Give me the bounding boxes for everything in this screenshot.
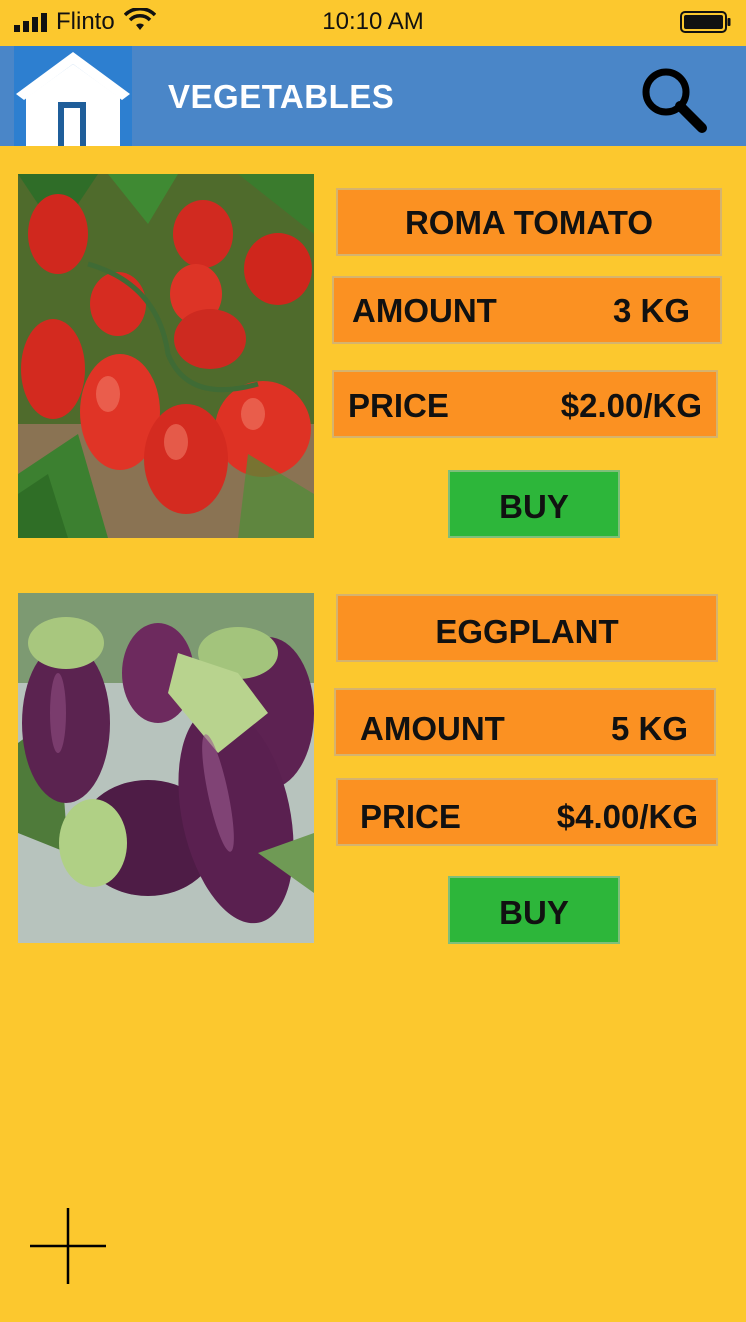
status-time: 10:10 AM <box>322 8 424 35</box>
eggplant-image <box>18 593 314 943</box>
price-pill: PRICE $2.00/KG <box>332 370 718 438</box>
amount-pill: AMOUNT 5 KG <box>334 688 716 756</box>
price-label: PRICE <box>360 798 461 835</box>
price-pill: PRICE $4.00/KG <box>336 778 718 846</box>
price-label: PRICE <box>348 387 449 424</box>
amount-value: 5 KG <box>610 710 688 747</box>
buy-button[interactable]: BUY <box>448 876 620 944</box>
buy-button[interactable]: BUY <box>448 470 620 538</box>
product-name: EGGPLANT <box>435 613 619 650</box>
home-icon <box>16 52 130 146</box>
page-title: VEGETABLES <box>168 78 395 115</box>
amount-pill: AMOUNT 3 KG <box>332 276 722 344</box>
tomato-image <box>18 174 314 538</box>
app-header: VEGETABLES <box>0 46 746 146</box>
status-bar: Flinto 10:10 AM <box>0 0 746 46</box>
plus-icon[interactable] <box>28 1206 108 1286</box>
price-value: $2.00/KG <box>560 387 702 424</box>
battery-icon <box>680 11 731 33</box>
amount-label: AMOUNT <box>360 710 505 747</box>
amount-label: AMOUNT <box>352 292 497 329</box>
product-name-pill: EGGPLANT <box>336 594 718 662</box>
search-icon[interactable] <box>636 62 710 136</box>
price-value: $4.00/KG <box>556 798 698 835</box>
home-button[interactable] <box>14 46 132 146</box>
product-name: ROMA TOMATO <box>404 204 654 241</box>
product-name-pill: ROMA TOMATO <box>336 188 722 256</box>
amount-value: 3 KG <box>612 292 690 329</box>
